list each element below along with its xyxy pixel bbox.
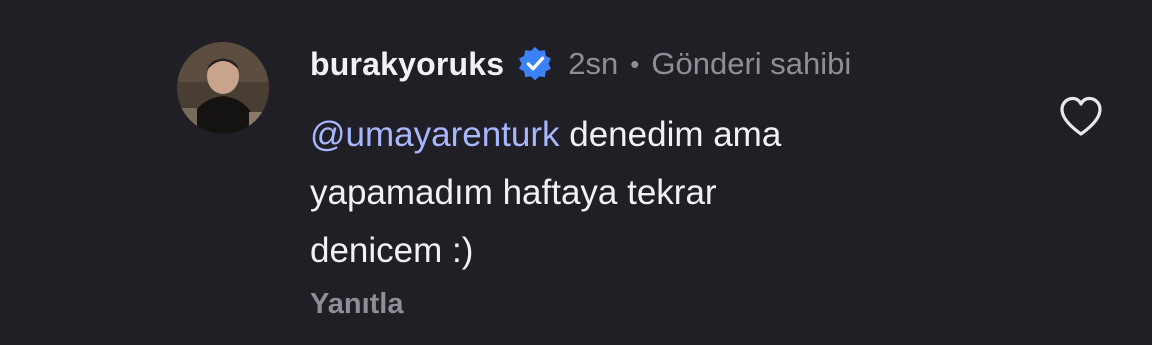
separator-dot: • [630, 48, 640, 79]
username-link[interactable]: burakyoruks [310, 46, 504, 83]
comment-line-1: @umayarenturk denedim ama [310, 106, 990, 164]
timestamp: 2sn [568, 46, 619, 81]
comment-text: @umayarenturk denedim ama yapamadım haft… [310, 106, 990, 280]
verified-badge-icon [516, 45, 554, 83]
mention-link[interactable]: @umayarenturk [310, 115, 560, 154]
comment-text-line-1: denedim ama [559, 115, 782, 154]
reply-button[interactable]: Yanıtla [310, 288, 404, 321]
comment-header: burakyoruks 2sn • Gönderi sahibi [310, 42, 851, 86]
comment-item: burakyoruks 2sn • Gönderi sahibi @umayar… [0, 0, 1152, 345]
comment-text-line-3: denicem :) [310, 231, 474, 270]
post-owner-label: Gönderi sahibi [651, 46, 852, 81]
heart-outline-icon[interactable] [1058, 95, 1104, 137]
avatar[interactable] [177, 42, 269, 134]
comment-text-line-2: yapamadım haftaya tekrar [310, 173, 717, 212]
